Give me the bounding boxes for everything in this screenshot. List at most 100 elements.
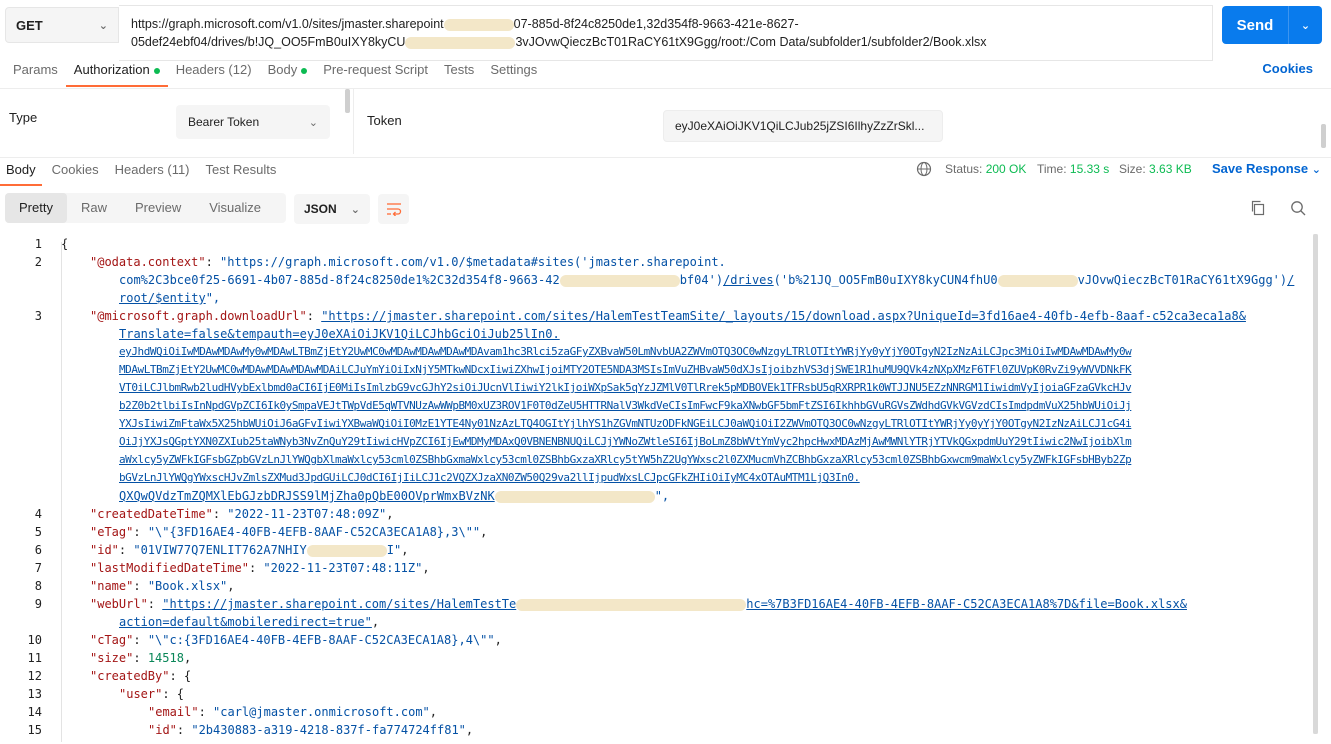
tab-response-headers[interactable]: Headers (11) [109,158,196,186]
save-response-button[interactable]: Save Response ⌄ [1212,161,1321,176]
send-button[interactable]: Send ⌄ [1222,6,1322,44]
cookies-link[interactable]: Cookies [1262,61,1313,76]
json-link[interactable]: "https://jmaster.sharepoint.com/sites/Ha… [162,597,516,611]
code-text: "createdBy": { [90,669,192,683]
json-string: I" [386,543,402,557]
tab-tests[interactable]: Tests [436,59,482,87]
line-number: 2 [34,255,42,269]
code-text: "webUrl": "https://jmaster.sharepoint.co… [90,597,1187,611]
type-label: Type [9,110,38,125]
json-link[interactable]: eyJhdWQiOiIwMDAwMDAwMy0wMDAwLTBmZjEtY2Uw… [119,343,1132,361]
response-body-code[interactable]: 1 { 2 "@odata.context": "https://graph.m… [0,234,1318,744]
tab-settings[interactable]: Settings [482,59,545,87]
json-string: "Book.xlsx" [147,579,228,593]
json-link[interactable]: / [1287,273,1294,287]
globe-icon[interactable] [916,161,932,177]
json-link[interactable]: root/$entity [119,291,206,305]
tab-response-cookies[interactable]: Cookies [46,158,105,186]
json-key: "size" [90,651,134,665]
json-string: "2b430883-a319-4218-837f-fa774724ff81" [191,723,466,737]
redacted-blur [559,274,680,287]
line-number: 6 [34,543,42,557]
pretty-button[interactable]: Pretty [5,193,67,223]
json-key: "email" [148,705,199,719]
search-icon[interactable] [1290,200,1306,216]
tab-headers[interactable]: Headers (12) [168,59,260,87]
save-response-label: Save Response [1212,161,1309,176]
size-value: 3.63 KB [1149,162,1192,176]
tab-response-body[interactable]: Body [0,158,42,186]
json-string: "\"{3FD16AE4-40FB-4EFB-8AAF-C52CA3ECA1A8… [147,525,481,539]
json-key: "lastModifiedDateTime" [90,561,249,575]
visualize-button[interactable]: Visualize [195,193,275,223]
json-string: "carl@jmaster.onmicrosoft.com" [213,705,430,719]
code-text: "eTag": "\"{3FD16AE4-40FB-4EFB-8AAF-C52C… [90,525,488,539]
tab-prerequest[interactable]: Pre-request Script [315,59,436,87]
code-text: "id": "01VIW77Q7ENLIT762A7NHIY I", [90,543,409,557]
code-text: action=default&mobileredirect=true", [119,615,380,629]
auth-scrollbar[interactable] [345,89,350,113]
time-value: 15.33 s [1069,162,1110,176]
json-link[interactable]: QXQwQVdzTmZQMXlEbGJzbDRJSS9lMjZha0pQbE00… [119,489,495,503]
raw-button[interactable]: Raw [67,193,121,223]
json-key: "eTag" [90,525,134,539]
json-link[interactable]: action=default&mobileredirect=true" [119,615,372,629]
tab-test-results[interactable]: Test Results [200,158,283,186]
url-part-3: 05def24ebf04/drives/b!JQ_OO5FmB0uIXY8kyC… [131,35,406,49]
line-number: 11 [27,651,42,665]
copy-icon[interactable] [1250,200,1266,216]
size-text: Size: 3.63 KB [1119,162,1192,176]
redacted-blur [516,598,747,611]
json-link[interactable]: b2Z0b2tlbiIsInNpdGVpZCI6Ik0ySmpaVEJtTWpV… [119,397,1132,415]
code-text: "size": 14518, [90,651,192,665]
size-label: Size: [1119,162,1146,176]
method-select[interactable]: GET ⌄ [5,7,119,43]
redacted-blur [997,274,1078,287]
active-dot-icon [301,67,308,74]
json-link[interactable]: Translate=false&tempauth=eyJ0eXAiOiJKV1Q… [119,325,560,343]
auth-type-select[interactable]: Bearer Token ⌄ [176,105,330,139]
status-text: Status: 200 OK [945,162,1026,176]
json-link[interactable]: hc=%7B3FD16AE4-40FB-4EFB-8AAF-C52CA3ECA1… [746,597,1187,611]
auth-type-value: Bearer Token [188,115,260,129]
line-number: 5 [34,525,42,539]
code-text: "@odata.context": "https://graph.microso… [90,255,726,269]
code-text: "email": "carl@jmaster.onmicrosoft.com", [148,705,438,719]
wrap-lines-button[interactable] [378,194,409,224]
tab-body[interactable]: Body [260,59,316,87]
json-string: "2022-11-23T07:48:11Z" [263,561,423,575]
code-text: QXQwQVdzTmZQMXlEbGJzbDRJSS9lMjZha0pQbE00… [119,487,669,505]
line-number: 7 [34,561,42,575]
json-link[interactable]: OiJjYXJsQGptYXN0ZXIub25taWNyb3NvZnQuY29t… [119,433,1132,451]
line-number: 12 [27,669,42,683]
json-link[interactable]: MDAwLTBmZjEtY2UwMC0wMDAwMDAwMDAwMDAiLCJu… [119,361,1132,379]
method-label: GET [16,17,43,33]
code-text: "name": "Book.xlsx", [90,579,235,593]
request-tabs: Params Authorization Headers (12) Body P… [0,58,545,88]
auth-right-scrollbar[interactable] [1321,124,1326,148]
json-link[interactable]: VT0iLCJlbmRwb2ludHVybExlbmd0aCI6IjE0MiIs… [119,379,1132,397]
code-scrollbar[interactable] [1313,234,1318,734]
preview-button[interactable]: Preview [121,193,195,223]
json-string: "2022-11-23T07:48:09Z" [227,507,387,521]
format-select[interactable]: JSON ⌄ [294,194,370,224]
json-link[interactable]: bGVzLnJlYWQgYWxscHJvZmlsZXMud3JpdGUiLCJ0… [119,469,860,487]
json-string: ", [654,489,670,503]
json-key: "id" [90,543,119,557]
tab-params[interactable]: Params [5,59,66,87]
code-scrollbar-thumb[interactable] [1313,234,1318,734]
json-link[interactable]: aWxlcy5yZWFkIGFsbGZpbGVzLnJlYWQgbXlmaWxl… [119,451,1132,469]
chevron-down-icon[interactable]: ⌄ [1289,19,1322,32]
tab-authorization[interactable]: Authorization [65,59,168,87]
json-link[interactable]: /drives [723,273,774,287]
token-input[interactable]: eyJ0eXAiOiJKV1QiLCJub25jZSI6IlhyZzZrSkl.… [663,110,943,142]
line-number: 8 [34,579,42,593]
line-number: 14 [27,705,42,719]
json-key: "createdDateTime" [90,507,213,521]
line-number: 13 [27,687,42,701]
json-link[interactable]: "https://jmaster.sharepoint.com/sites/Ha… [321,309,1246,323]
tab-body-label: Body [267,62,298,77]
line-number: 15 [27,723,42,737]
url-input[interactable]: https://graph.microsoft.com/v1.0/sites/j… [119,5,1213,61]
json-link[interactable]: YXJsIiwiZmFtaWx5X25hbWUiOiJ6aGFvIiwiYXBw… [119,415,1132,433]
